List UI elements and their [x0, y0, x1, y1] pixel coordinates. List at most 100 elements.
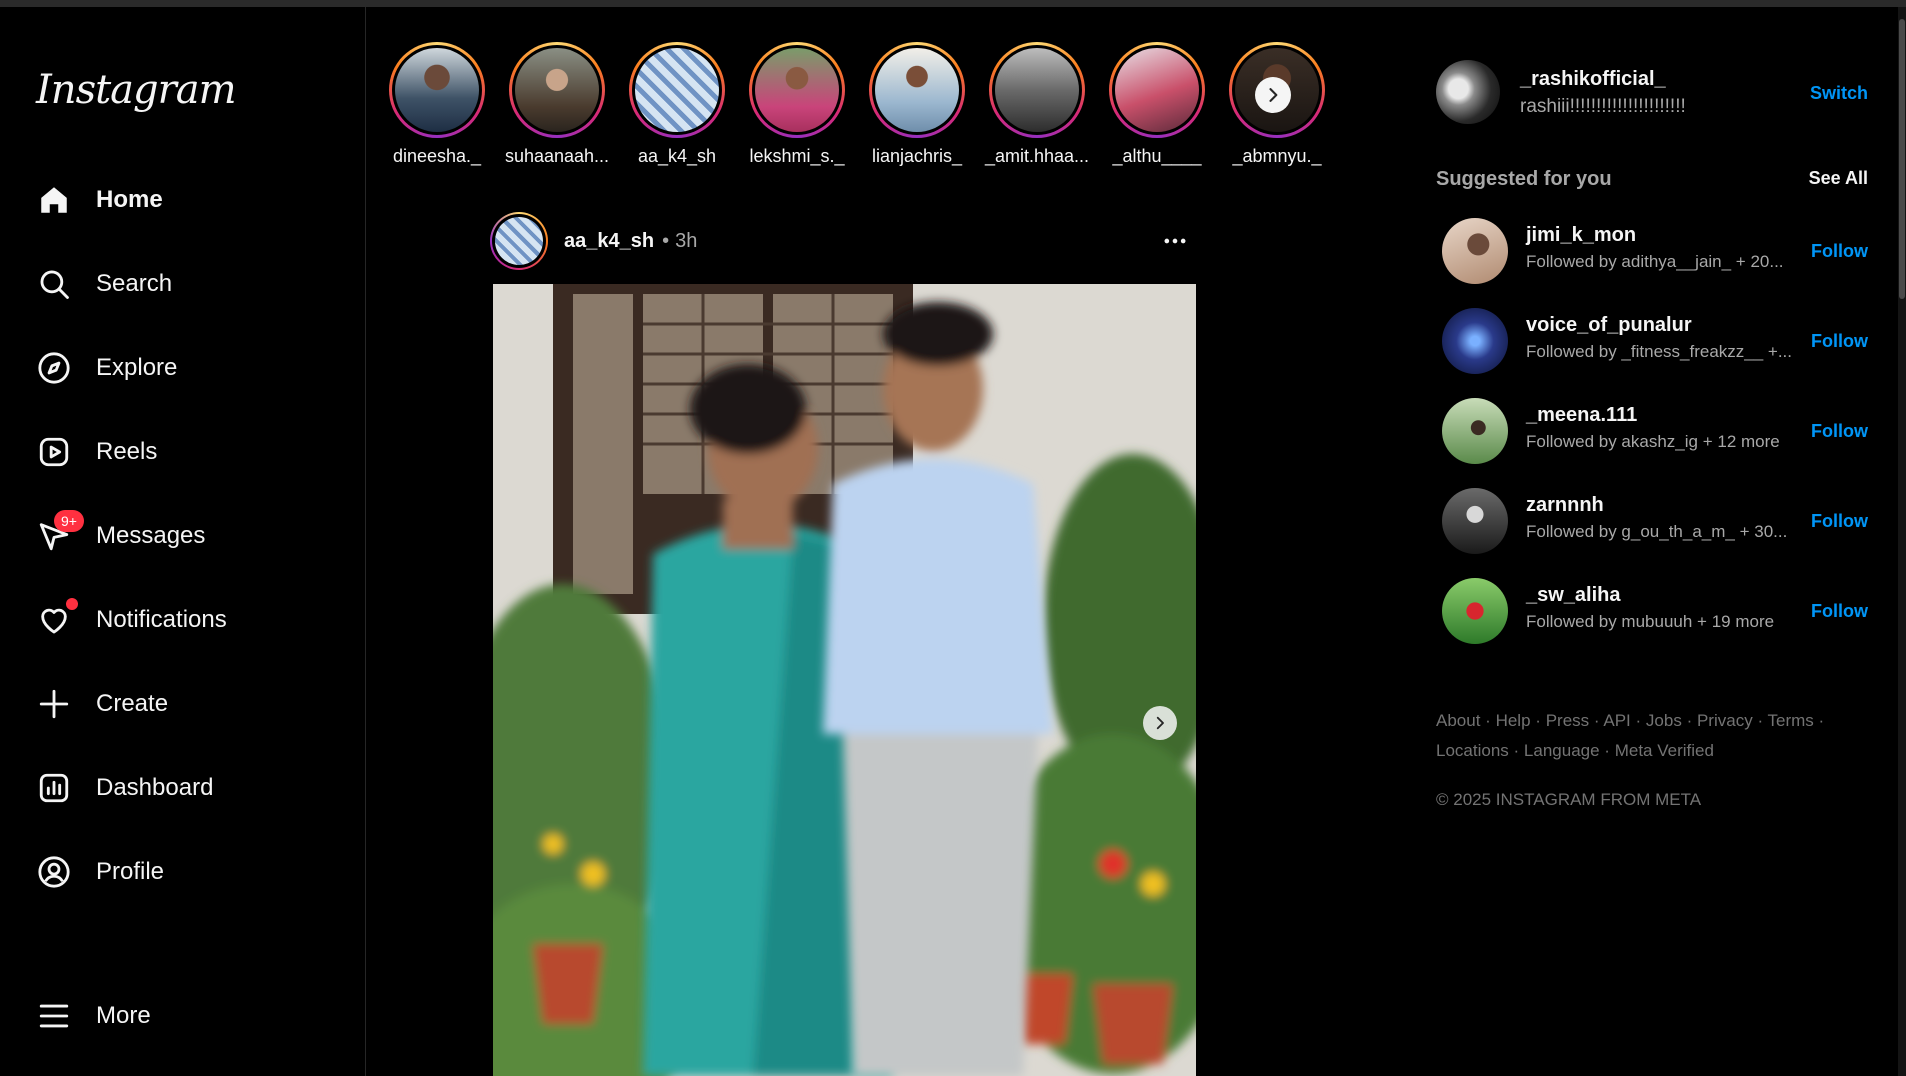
story-item[interactable]: suhaanaah... [498, 42, 616, 167]
nav-search[interactable]: Search [36, 256, 336, 312]
nav-dashboard[interactable]: Dashboard [36, 760, 336, 816]
avatar[interactable] [1442, 488, 1508, 554]
footer-separator: · [1604, 741, 1610, 760]
messenger-icon: 9+ [36, 510, 84, 554]
avatar[interactable] [1442, 578, 1508, 644]
avatar[interactable] [1436, 60, 1500, 124]
nav-profile-label: Profile [96, 858, 165, 885]
avatar[interactable] [1442, 308, 1508, 374]
story-item[interactable]: aa_k4_sh [618, 42, 736, 167]
story-ring [749, 42, 845, 138]
story-avatar [635, 48, 719, 132]
switch-account-button[interactable]: Switch [1810, 83, 1868, 104]
footer-separator: · [1757, 711, 1764, 730]
footer-link-help[interactable]: Help [1496, 711, 1531, 730]
post-author-avatar[interactable] [490, 212, 548, 270]
browser-top-strip [0, 0, 1906, 7]
footer-link-meta-verified[interactable]: Meta Verified [1615, 741, 1714, 760]
nav-messages[interactable]: 9+ Messages [36, 508, 336, 564]
avatar [495, 217, 543, 265]
footer-separator: · [1593, 711, 1600, 730]
story-ring [869, 42, 965, 138]
hamburger-menu-icon [36, 998, 72, 1034]
story-ring [389, 42, 485, 138]
story-username: _althu____ [1112, 146, 1202, 166]
nav-home-label: Home [96, 186, 163, 213]
story-item[interactable]: lianjachris_ [858, 42, 976, 167]
nav-explore-label: Explore [96, 354, 178, 381]
messages-badge: 9+ [54, 510, 84, 532]
nav-explore[interactable]: Explore [36, 340, 336, 396]
suggestion-username[interactable]: _sw_aliha [1526, 584, 1621, 607]
story-avatar [995, 48, 1079, 132]
footer-separator: · [1686, 711, 1693, 730]
footer-link-about[interactable]: About [1436, 711, 1480, 730]
follow-button[interactable]: Follow [1811, 601, 1868, 622]
post-separator: • [662, 229, 670, 252]
story-username: lianjachris_ [871, 146, 963, 166]
nav-search-label: Search [96, 270, 173, 297]
follow-button[interactable]: Follow [1811, 511, 1868, 532]
nav-create[interactable]: Create [36, 676, 336, 732]
story-item[interactable]: _amit.hhaa... [978, 42, 1096, 167]
suggested-heading: Suggested for you [1436, 168, 1612, 190]
follow-button[interactable]: Follow [1811, 421, 1868, 442]
suggestion-username[interactable]: zarnnnh [1526, 494, 1604, 517]
nav-reels[interactable]: Reels [36, 424, 336, 480]
more-horizontal-icon [1164, 238, 1186, 244]
suggestion-followed-by: Followed by g_ou_th_a_m_ + 30... [1526, 522, 1788, 541]
current-display-name: rashiii!!!!!!!!!!!!!!!!!!!!!! [1520, 96, 1686, 117]
story-avatar [755, 48, 839, 132]
post-photo[interactable] [493, 284, 1196, 1076]
footer-link-press[interactable]: Press [1546, 711, 1589, 730]
avatar[interactable] [1442, 218, 1508, 284]
nav-create-label: Create [96, 690, 169, 717]
footer-link-language[interactable]: Language [1524, 741, 1600, 760]
nav-more[interactable]: More [36, 988, 336, 1044]
nav-profile[interactable]: Profile [36, 844, 336, 900]
post-carousel-next-button[interactable] [1143, 706, 1177, 740]
nav-home[interactable]: Home [36, 172, 336, 228]
see-all-link[interactable]: See All [1809, 168, 1868, 189]
footer-separator: · [1818, 711, 1825, 730]
dashboard-icon [36, 770, 72, 806]
footer-link-terms[interactable]: Terms [1768, 711, 1814, 730]
suggestion-item: zarnnnh Followed by g_ou_th_a_m_ + 30...… [1436, 484, 1868, 556]
current-username[interactable]: _rashikofficial_ [1520, 68, 1666, 91]
nav-more-label: More [96, 1002, 151, 1029]
story-item[interactable]: _althu____ [1098, 42, 1216, 167]
nav-notifications[interactable]: Notifications [36, 592, 336, 648]
post-timestamp[interactable]: 3h [675, 230, 697, 253]
footer-link-locations[interactable]: Locations [1436, 741, 1509, 760]
footer-link-api[interactable]: API [1603, 711, 1630, 730]
footer-link-jobs[interactable]: Jobs [1646, 711, 1682, 730]
plus-icon [36, 686, 72, 722]
footer-link-privacy[interactable]: Privacy [1697, 711, 1753, 730]
post-photo-illustration [493, 284, 1196, 1076]
sidebar: Instagram Home Search Explore Reels 9+ M… [0, 7, 366, 1076]
suggestion-item: jimi_k_mon Followed by adithya__jain_ + … [1436, 214, 1868, 286]
notification-dot [66, 598, 78, 610]
story-username: _amit.hhaa... [984, 146, 1090, 166]
stories-next-button[interactable] [1255, 77, 1291, 113]
chevron-right-icon [1269, 88, 1278, 102]
nav-notifications-label: Notifications [96, 606, 227, 633]
scrollbar[interactable] [1898, 7, 1906, 1076]
compass-icon [36, 350, 72, 386]
post-header: aa_k4_sh • 3h [490, 212, 1195, 270]
story-item[interactable]: dineesha._ [378, 42, 496, 167]
suggestion-username[interactable]: _meena.111 [1526, 404, 1637, 427]
heart-icon [36, 598, 78, 638]
instagram-logo[interactable]: Instagram [36, 67, 237, 113]
avatar[interactable] [1442, 398, 1508, 464]
story-ring [509, 42, 605, 138]
story-item[interactable]: lekshmi_s._ [738, 42, 856, 167]
follow-button[interactable]: Follow [1811, 241, 1868, 262]
post-author-username[interactable]: aa_k4_sh [564, 230, 654, 253]
scrollbar-thumb[interactable] [1899, 19, 1905, 299]
post-options-button[interactable] [1155, 224, 1195, 258]
profile-icon [36, 854, 72, 890]
suggestion-username[interactable]: voice_of_punalur [1526, 314, 1692, 337]
follow-button[interactable]: Follow [1811, 331, 1868, 352]
suggestion-username[interactable]: jimi_k_mon [1526, 224, 1636, 247]
